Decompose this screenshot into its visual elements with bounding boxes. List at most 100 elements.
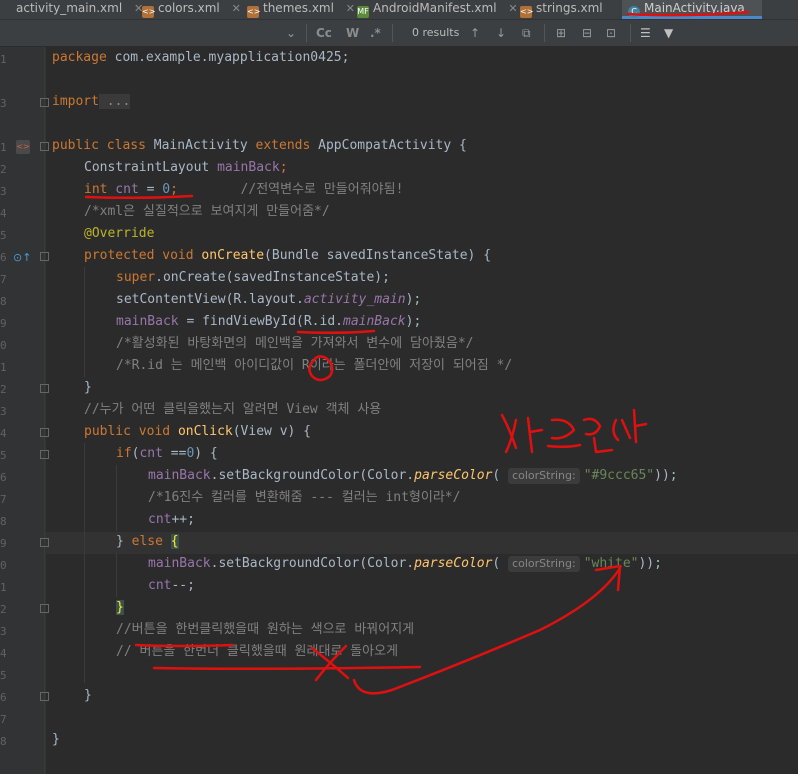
fold-marker[interactable] — [40, 98, 49, 107]
line-number: 2 — [0, 383, 7, 396]
tab-themes-xml[interactable]: <> themes.xml ✕ — [247, 0, 355, 19]
code-line: if(cnt ==0) { — [116, 443, 218, 465]
line-number: 7 — [0, 493, 7, 506]
java-class-icon: C — [628, 6, 640, 18]
fold-marker[interactable] — [40, 252, 49, 261]
indent-guide — [84, 267, 85, 377]
open-in-window-icon[interactable]: ⧉ — [522, 24, 531, 42]
tab-strings-xml[interactable]: <> strings.xml — [520, 0, 615, 19]
parameter-hint: colorString: — [508, 468, 580, 484]
code-line: protected void onCreate(Bundle savedInst… — [84, 245, 491, 267]
line-number: 6 — [0, 691, 7, 704]
add-occurrence-icon[interactable]: ⊞ — [556, 24, 566, 42]
code-text: = findViewById(R.id. — [178, 314, 343, 329]
fold-marker[interactable] — [40, 428, 49, 437]
line-number: 7 — [0, 713, 7, 726]
fold-marker[interactable] — [40, 450, 49, 459]
select-all-occurrences-icon[interactable]: ⊡ — [606, 24, 616, 42]
method-name: parseColor — [414, 468, 493, 483]
tab-activity-main-xml[interactable]: activity_main.xml ✕ — [0, 0, 143, 19]
regex-toggle[interactable]: .* — [370, 24, 381, 42]
handwriting-stroke — [546, 418, 582, 449]
code-text: --; — [171, 578, 195, 593]
handwriting-stroke — [582, 417, 614, 454]
comment: /*활성화된 바탕화면의 메인백을 가져와서 변수에 담아줬음*/ — [116, 336, 474, 351]
tab-colors-xml[interactable]: <> colors.xml ✕ — [142, 0, 242, 19]
layout-file-icon[interactable]: <> — [16, 140, 30, 154]
search-results-count: 0 results — [412, 26, 460, 39]
code-text: (Bundle savedInstanceState) { — [264, 248, 492, 263]
code-text: )); — [638, 556, 662, 571]
code-text: == — [162, 446, 187, 461]
matched-brace: { — [170, 534, 179, 549]
match-case-toggle[interactable]: Cc — [316, 24, 332, 42]
separator — [544, 24, 545, 42]
line-number: 1 — [0, 581, 7, 594]
line-number: 7 — [0, 273, 7, 286]
folded-imports[interactable]: ... — [98, 94, 131, 109]
parameter-hint: colorString: — [508, 556, 580, 572]
comment: //버튼을 한번클릭했을때 원하는 색으로 바꿔어지게 — [116, 622, 415, 637]
remove-occurrence-icon[interactable]: ⊟ — [582, 24, 592, 42]
fold-marker[interactable] — [40, 692, 49, 701]
code-line: package com.example.myapplication0425; — [52, 47, 349, 69]
in-selection-icon[interactable]: ☰ — [640, 24, 651, 42]
code-line: setContentView(R.layout.activity_main); — [116, 289, 421, 311]
close-icon[interactable]: ✕ — [508, 2, 517, 15]
line-number: 8 — [0, 515, 7, 528]
code-text: (View v) { — [232, 424, 312, 439]
arrow-down-icon[interactable]: ↓ — [496, 24, 506, 42]
keyword: else — [131, 534, 163, 549]
xml-file-icon: <> — [247, 6, 261, 18]
code-text: ) { — [194, 446, 218, 461]
close-icon[interactable]: ✕ — [232, 2, 241, 15]
code-text: = — [138, 182, 163, 197]
separator — [306, 24, 307, 42]
indent-guide — [84, 443, 85, 683]
gutter-border — [44, 47, 45, 774]
code-line: mainBack.setBackgroundColor(Color.parseC… — [148, 465, 678, 487]
arrow-up-icon[interactable]: ↑ — [470, 24, 480, 42]
line-number: 2 — [0, 163, 7, 176]
line-number: 1 — [0, 361, 7, 374]
whole-words-toggle[interactable]: W — [346, 24, 359, 42]
code-line: } — [116, 597, 124, 619]
line-number: 3 — [0, 625, 7, 638]
fold-marker[interactable] — [40, 604, 49, 613]
line-number: 0 — [0, 339, 7, 352]
handwriting-stroke — [500, 413, 518, 454]
code-text: com.example.myapplication0425; — [106, 50, 350, 65]
number-literal: 0 — [162, 182, 171, 197]
fold-marker[interactable] — [40, 384, 49, 393]
code-line: } else { — [116, 531, 179, 553]
tab-android-manifest[interactable]: MF AndroidManifest.xml ✕ — [357, 0, 518, 19]
method-name: onClick — [177, 424, 233, 439]
field-name: mainBack — [343, 314, 406, 329]
string-literal: "white" — [583, 556, 639, 571]
keyword: import — [52, 94, 99, 109]
code-line: ConstraintLayout mainBack; — [84, 157, 288, 179]
keyword: void — [154, 248, 202, 263]
search-history-icon[interactable]: ⌄ — [286, 24, 296, 42]
filter-icon[interactable]: ▼ — [664, 24, 673, 42]
separator — [630, 24, 631, 42]
tab-main-activity-java[interactable]: C MainActivity.java — [622, 0, 762, 19]
line-number: 1 — [0, 53, 7, 66]
editor-tab-label: themes.xml — [263, 1, 334, 15]
code-text: ( — [492, 556, 509, 571]
field-name: mainBack — [217, 160, 280, 175]
close-icon[interactable]: ✕ — [346, 2, 355, 15]
fold-marker[interactable] — [40, 142, 49, 151]
fold-marker[interactable] — [40, 538, 49, 547]
method-name: onCreate — [201, 248, 265, 263]
code-line: mainBack = findViewById(R.id.mainBack); — [116, 311, 421, 333]
override-method-icon[interactable]: ⊙↑ — [13, 251, 31, 264]
line-number: 6 — [0, 251, 7, 264]
code-text: .setBackgroundColor(Color. — [210, 556, 415, 571]
code-text: ); — [405, 314, 422, 329]
code-line: super.onCreate(savedInstanceState); — [116, 267, 390, 289]
field-name: cnt — [139, 446, 163, 461]
keyword: package — [52, 50, 107, 65]
matched-brace: } — [116, 600, 124, 615]
comment: //누가 어떤 클릭을했는지 알려면 View 객체 사용 — [84, 402, 382, 417]
